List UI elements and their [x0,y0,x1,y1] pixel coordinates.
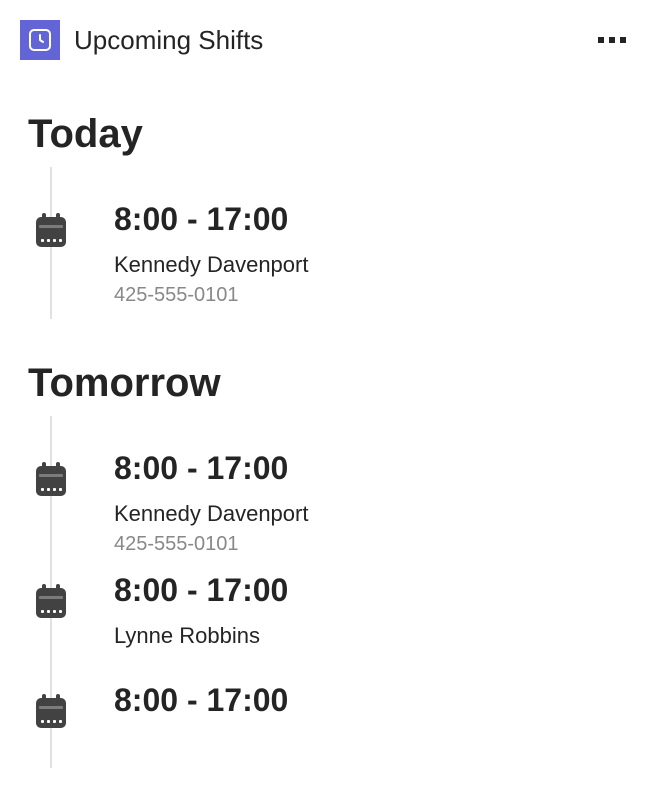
calendar-icon [36,217,66,247]
section-title: Tomorrow [28,361,628,406]
timeline-rail [28,668,74,768]
more-options-button[interactable] [598,37,636,43]
calendar-icon [36,588,66,618]
shift-item[interactable]: 8:00 - 17:00 Kennedy Davenport 425-555-0… [28,167,628,319]
calendar-icon [36,698,66,728]
card-header: Upcoming Shifts [0,0,656,70]
shift-item[interactable]: 8:00 - 17:00 Lynne Robbins [28,558,628,668]
shift-time: 8:00 - 17:00 [114,450,308,487]
shift-name: Kennedy Davenport [114,501,308,527]
clock-icon [20,20,60,60]
timeline-rail [28,167,74,319]
section-title: Today [28,112,628,157]
calendar-icon [36,466,66,496]
shift-name: Kennedy Davenport [114,252,308,278]
shift-time: 8:00 - 17:00 [114,201,308,238]
card-title: Upcoming Shifts [74,25,263,56]
shift-phone: 425-555-0101 [114,533,308,556]
shift-time: 8:00 - 17:00 [114,572,288,609]
shift-name: Lynne Robbins [114,623,288,649]
section-today: Today 8:00 - 17:00 Kennedy Davenport 425… [0,112,656,319]
timeline-rail [28,558,74,668]
shift-item[interactable]: 8:00 - 17:00 [28,668,628,768]
timeline-rail [28,416,74,558]
shift-time: 8:00 - 17:00 [114,682,288,719]
shift-phone: 425-555-0101 [114,284,308,307]
section-tomorrow: Tomorrow 8:00 - 17:00 Kennedy Davenport … [0,361,656,768]
shift-item[interactable]: 8:00 - 17:00 Kennedy Davenport 425-555-0… [28,416,628,558]
